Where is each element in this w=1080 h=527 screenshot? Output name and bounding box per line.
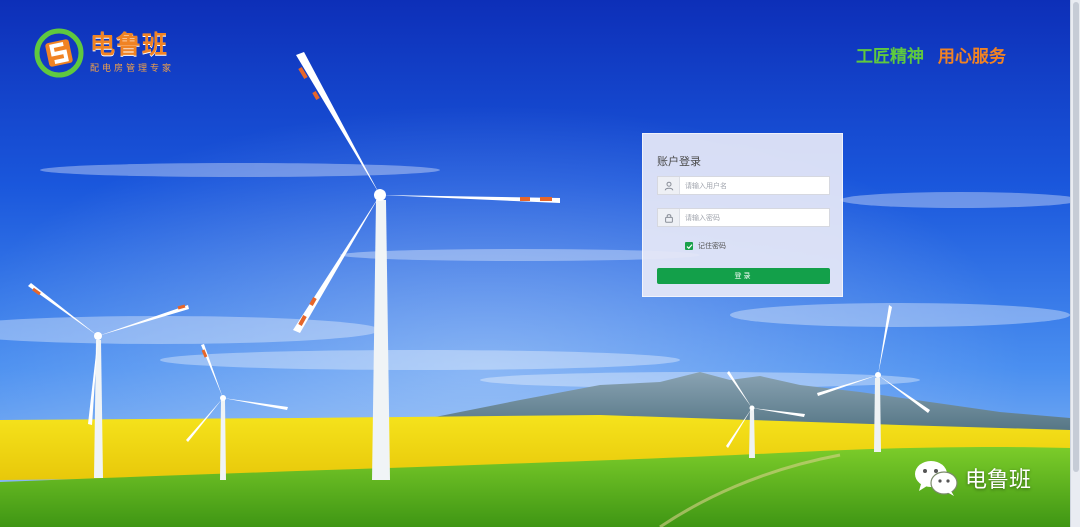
password-field[interactable] <box>657 208 830 227</box>
wechat-icon <box>915 461 958 496</box>
brand-subtitle: 配电房管理专家 <box>90 64 175 74</box>
brand-logo-icon <box>34 28 84 78</box>
login-button[interactable]: 登录 <box>657 268 830 284</box>
login-panel: 账户登录 记住密码 登录 <box>642 133 843 297</box>
username-field[interactable] <box>657 176 830 195</box>
brand: 电鲁班 配电房管理专家 <box>34 28 174 78</box>
lock-icon <box>658 209 680 226</box>
username-input[interactable] <box>680 177 825 194</box>
login-title: 账户登录 <box>657 155 701 168</box>
wind-farm-landscape <box>0 0 1080 527</box>
scrollbar-thumb[interactable] <box>1073 2 1079 472</box>
wechat-watermark: 电鲁班 <box>913 458 1031 498</box>
remember-label: 记住密码 <box>698 242 726 250</box>
slogan: 工匠精神 用心服务 <box>856 42 1006 67</box>
remember-checkbox[interactable] <box>685 242 693 250</box>
brand-name: 电鲁班 <box>90 30 169 59</box>
vertical-scrollbar[interactable] <box>1070 0 1080 527</box>
password-input[interactable] <box>680 209 825 226</box>
background-scene <box>0 0 1080 527</box>
slogan-part1: 工匠精神 <box>856 47 924 67</box>
watermark-text: 电鲁班 <box>965 468 1032 493</box>
slogan-part2: 用心服务 <box>937 47 1006 67</box>
check-icon <box>686 243 692 249</box>
remember-password[interactable]: 记住密码 <box>685 241 726 251</box>
user-icon <box>658 177 680 194</box>
